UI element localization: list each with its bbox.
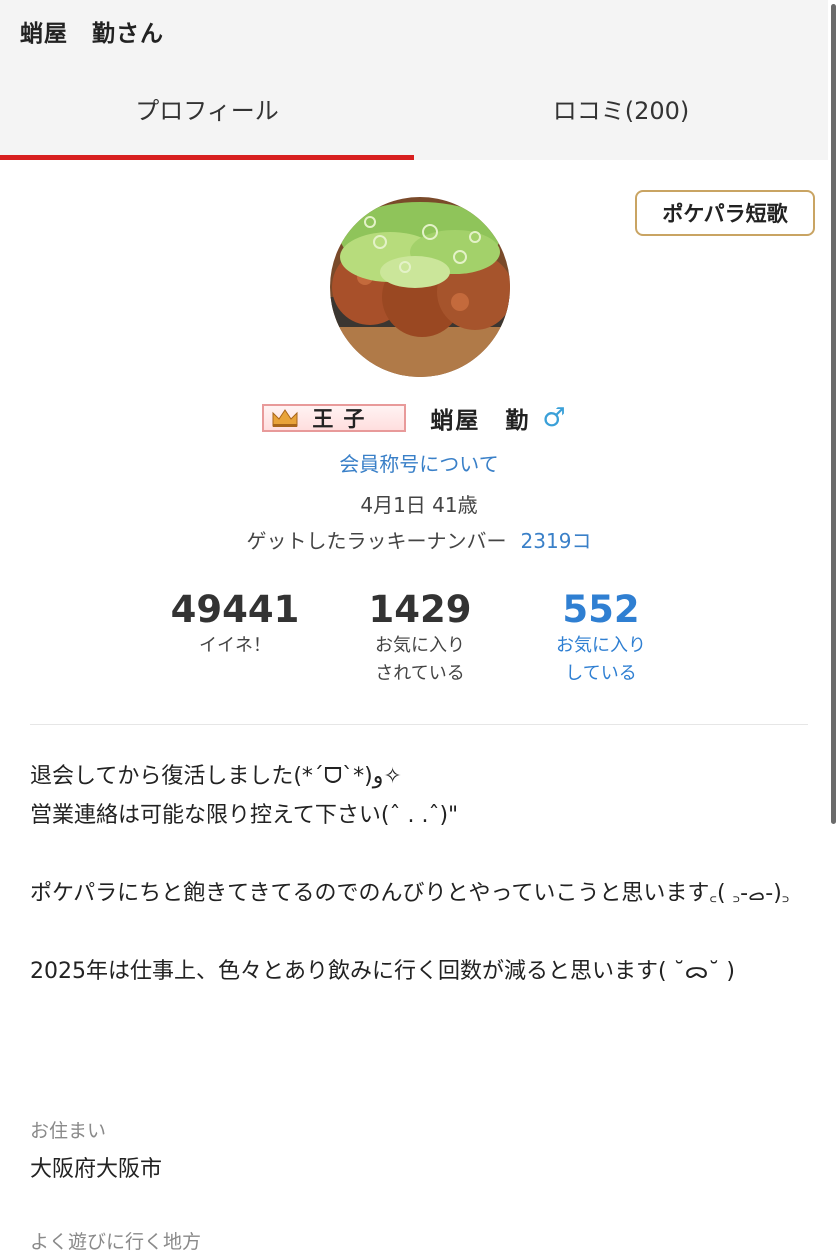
name-row: 王子 蛸屋 勤 ♂ <box>0 398 828 438</box>
stat-favorited-by-label: お気に入り <box>375 635 465 656</box>
member-rank-link[interactable]: 会員称号について <box>0 448 838 477</box>
user-name: 蛸屋 勤 <box>430 408 531 434</box>
avatar[interactable] <box>330 197 510 377</box>
frequent-area-label: よく遊びに行く地方 <box>30 1231 202 1253</box>
avatar-takoyaki-image <box>330 197 510 377</box>
male-icon: ♂ <box>542 403 566 433</box>
bio-line: 営業連絡は可能な限り控えて下さい(ˆ . .ˆ)" <box>30 803 459 828</box>
scrollbar[interactable] <box>831 4 836 824</box>
stat-likes-value: 49441 <box>170 588 300 631</box>
divider <box>30 724 808 725</box>
crown-icon <box>272 409 298 427</box>
lucky-number-label: ゲットしたラッキーナンバー <box>246 529 507 553</box>
residence-value: 大阪府大阪市 <box>30 1157 163 1182</box>
member-title-badge[interactable]: 王子 <box>262 404 407 432</box>
stats-row: 49441 イイネ！ 1429 お気に入り されている 552 お気に入り して… <box>0 588 838 698</box>
stat-favorited-by-label2: されている <box>375 663 465 684</box>
page-header: 蛸屋 勤さん プロフィール ロコミ(200) <box>0 0 828 160</box>
lucky-number-count[interactable]: 2319コ <box>521 529 592 553</box>
lucky-number-row: ゲットしたラッキーナンバー 2319コ <box>0 525 838 554</box>
stat-favoriting[interactable]: 552 お気に入り している <box>521 588 681 688</box>
stat-favorited-by: 1429 お気に入り されている <box>340 588 500 688</box>
page-title: 蛸屋 勤さん <box>20 21 164 47</box>
stat-favoriting-label2: している <box>565 663 637 684</box>
tab-reviews[interactable]: ロコミ(200) <box>414 66 828 160</box>
member-title-text: 王子 <box>312 407 375 431</box>
bio-paragraph: 2025年は仕事上、色々とあり飲みに行く回数が減ると思います( ˘ᯅ˘ ) <box>30 959 735 984</box>
tab-reviews-label: ロコミ(200) <box>552 96 690 125</box>
stat-favoriting-label: お気に入り <box>556 635 646 656</box>
stat-favorited-by-value: 1429 <box>368 588 472 631</box>
tab-bar: プロフィール ロコミ(200) <box>0 66 828 160</box>
tanka-button[interactable]: ポケパラ短歌 <box>635 190 815 236</box>
tab-profile-label: プロフィール <box>135 96 279 125</box>
stat-likes-label: イイネ！ <box>199 635 271 656</box>
birthday-age: 4月1日 41歳 <box>360 493 478 517</box>
bio-line: 退会してから復活しました(*ˊᗜˋ*)و✧ <box>30 764 402 789</box>
stat-likes: 49441 イイネ！ <box>155 588 315 660</box>
bio-paragraph: ポケパラにちと飽きてきてるのでのんびりとやっていこうと思います꜀( ꜆-ࡇ-)꜆ <box>30 881 790 906</box>
self-introduction: 退会してから復活しました(*ˊᗜˋ*)و✧ 営業連絡は可能な限り控えて下さい(ˆ… <box>30 757 810 991</box>
residence-label: お住まい <box>30 1120 107 1142</box>
stat-favoriting-value: 552 <box>562 588 640 631</box>
tab-profile[interactable]: プロフィール <box>0 66 414 160</box>
